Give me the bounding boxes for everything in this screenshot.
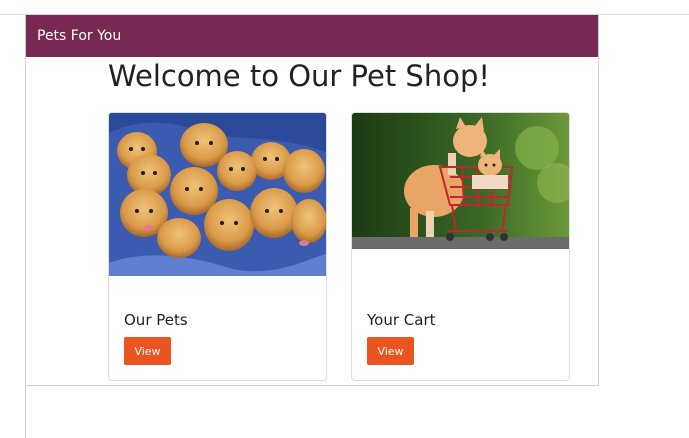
page-title: Welcome to Our Pet Shop! bbox=[108, 59, 490, 93]
card-title-our-pets: Our Pets bbox=[124, 311, 188, 329]
view-pets-button[interactable]: View bbox=[124, 337, 171, 365]
frame-left-rule bbox=[25, 386, 26, 438]
cart-card: Your Cart View bbox=[351, 112, 570, 381]
kittens-cart-image bbox=[352, 113, 569, 249]
navbar: Pets For You bbox=[26, 15, 598, 57]
card-title-your-cart: Your Cart bbox=[367, 311, 436, 329]
view-cart-button[interactable]: View bbox=[367, 337, 414, 365]
pets-card: Our Pets View bbox=[108, 112, 327, 381]
puppies-image bbox=[109, 113, 326, 276]
app-frame: Pets For You Welcome to Our Pet Shop! Ou… bbox=[25, 15, 599, 386]
navbar-brand[interactable]: Pets For You bbox=[37, 28, 121, 44]
